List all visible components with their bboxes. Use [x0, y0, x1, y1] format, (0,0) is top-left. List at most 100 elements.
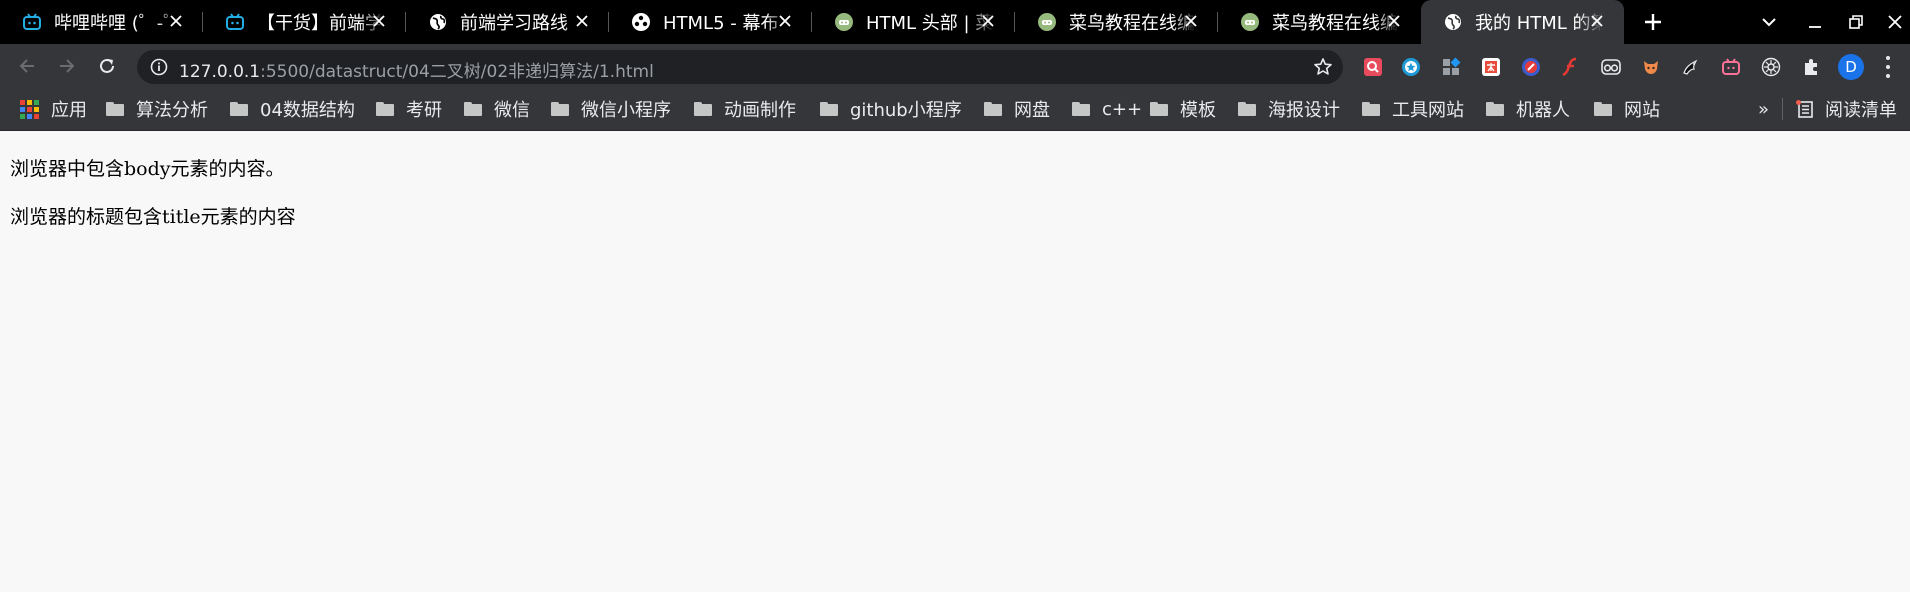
restore-button[interactable]: [1844, 10, 1868, 34]
tab-my-html-active[interactable]: 我的 HTML 的第: [1421, 0, 1624, 44]
bookmark-folder[interactable]: 机器人: [1486, 96, 1570, 122]
chevron-double-right-icon: »: [1758, 98, 1770, 120]
tab-runoob-editor-1[interactable]: 菜鸟教程在线编: [1015, 0, 1218, 44]
folder-icon: [106, 102, 124, 116]
bird-ext-icon[interactable]: [1680, 56, 1702, 78]
mubu-icon: [631, 12, 651, 32]
bookmark-folder[interactable]: 动画制作: [694, 96, 796, 122]
close-icon: [1888, 15, 1902, 29]
close-tab-icon[interactable]: [573, 12, 591, 30]
bookmarks-bar: 应用 算法分析 04数据结构 考研 微信 微信小程序 动画制作 github小程…: [0, 88, 1910, 131]
globe-icon: [428, 12, 448, 32]
bookmark-folder[interactable]: 考研: [376, 96, 442, 122]
info-icon[interactable]: [149, 57, 169, 77]
folder-icon: [694, 102, 712, 116]
more-menu-icon[interactable]: [1882, 56, 1894, 78]
tab-title: HTML5 - 幕布: [663, 13, 779, 34]
settings-ext-icon[interactable]: [1760, 56, 1782, 78]
puzzle-icon[interactable]: [1800, 56, 1822, 78]
bookmark-folder[interactable]: 网站: [1594, 96, 1660, 122]
tab-search-button[interactable]: [1757, 10, 1781, 34]
glasses-ext-icon[interactable]: [1600, 56, 1622, 78]
reload-icon: [100, 58, 114, 73]
minimize-button[interactable]: [1803, 10, 1827, 34]
tab-bilibili[interactable]: 哔哩哔哩 (゜-゜: [0, 0, 203, 44]
tab-bilibili-frontend[interactable]: 【干货】前端学: [203, 0, 406, 44]
search-ext-icon[interactable]: [1362, 56, 1384, 78]
close-tab-icon[interactable]: [167, 12, 185, 30]
body-text-line: 浏览器的标题包含title元素的内容: [10, 206, 296, 228]
close-tab-icon[interactable]: [1385, 12, 1403, 30]
address-bar[interactable]: 127.0.0.1:5500/datastruct/04二叉树/02非递归算法/…: [137, 50, 1343, 84]
star-ext-icon[interactable]: [1400, 56, 1422, 78]
arrow-right-icon: [60, 59, 75, 73]
bookmark-folder[interactable]: 算法分析: [106, 96, 208, 122]
back-button[interactable]: [13, 52, 41, 80]
url-path: :5500/datastruct/04二叉树/02非递归算法/1.html: [260, 62, 654, 82]
bookmark-label: 海报设计: [1268, 100, 1340, 121]
bookmarks-overflow-button[interactable]: »: [1758, 96, 1769, 122]
bookmark-folder[interactable]: 模板: [1150, 96, 1216, 122]
tab-runoob-html-head[interactable]: HTML 头部 | 菜: [812, 0, 1015, 44]
tab-mubu[interactable]: HTML5 - 幕布: [609, 0, 812, 44]
bookmark-folder[interactable]: 微信: [464, 96, 530, 122]
bookmark-folder[interactable]: c++: [1072, 96, 1142, 122]
close-tab-icon[interactable]: [1182, 12, 1200, 30]
tab-title: 哔哩哔哩 (゜-゜: [54, 13, 182, 34]
folder-icon: [1362, 102, 1380, 116]
folder-icon: [820, 102, 838, 116]
bookmark-folder[interactable]: 海报设计: [1238, 96, 1340, 122]
bookmark-label: 微信: [494, 100, 530, 121]
bookmark-label: c++: [1102, 98, 1143, 120]
close-window-button[interactable]: [1883, 10, 1907, 34]
bookmark-label: 机器人: [1516, 100, 1570, 121]
bookmark-folder[interactable]: 04数据结构: [230, 96, 355, 122]
flash-ext-icon[interactable]: [1520, 56, 1542, 78]
fox-ext-icon[interactable]: [1640, 56, 1662, 78]
tab-runoob-editor-2[interactable]: 菜鸟教程在线编: [1218, 0, 1421, 44]
folder-icon: [1238, 102, 1256, 116]
folder-icon: [1486, 102, 1504, 116]
reload-button[interactable]: [93, 52, 121, 80]
tab-strip: 哔哩哔哩 (゜-゜ 【干货】前端学 前端学习路线 HTML5 - 幕布 HTML…: [0, 0, 1910, 44]
bookmark-label: 模板: [1180, 100, 1216, 121]
close-tab-icon[interactable]: [370, 12, 388, 30]
profile-avatar[interactable]: D: [1838, 54, 1864, 80]
runoob-icon: [1037, 12, 1057, 32]
forward-button[interactable]: [53, 52, 81, 80]
new-tab-button[interactable]: [1638, 7, 1668, 37]
bookmark-label: 网盘: [1014, 100, 1050, 121]
close-tab-icon[interactable]: [1588, 12, 1606, 30]
bookmark-apps[interactable]: 应用: [20, 96, 87, 122]
bookmark-folder[interactable]: github小程序: [820, 96, 962, 122]
tab-frontend-roadmap[interactable]: 前端学习路线: [406, 0, 609, 44]
chevron-down-icon: [1762, 18, 1776, 27]
tab-title: 我的 HTML 的第: [1475, 13, 1603, 34]
bookmark-folder[interactable]: 网盘: [984, 96, 1050, 122]
url-text[interactable]: 127.0.0.1:5500/datastruct/04二叉树/02非递归算法/…: [179, 57, 654, 82]
bookmark-label: 动画制作: [724, 100, 796, 121]
browser-toolbar: 127.0.0.1:5500/datastruct/04二叉树/02非递归算法/…: [0, 44, 1910, 88]
bookmark-label: 04数据结构: [260, 100, 355, 121]
bookmark-label: 工具网站: [1392, 100, 1464, 121]
translate-ext-icon[interactable]: [1480, 56, 1502, 78]
bilibili-ext-icon[interactable]: [1720, 56, 1742, 78]
bookmark-folder[interactable]: 微信小程序: [551, 96, 671, 122]
tab-title: 菜鸟教程在线编: [1272, 13, 1398, 34]
flash-player-ext-icon[interactable]: [1560, 56, 1582, 78]
folder-icon: [464, 102, 482, 116]
restore-icon: [1849, 15, 1863, 29]
reading-list-button[interactable]: 阅读清单: [1795, 96, 1897, 122]
grid-ext-icon[interactable]: [1440, 56, 1462, 78]
tab-title: 菜鸟教程在线编: [1069, 13, 1195, 34]
bookmark-label: 考研: [406, 100, 442, 121]
bookmark-folder[interactable]: 工具网站: [1362, 96, 1464, 122]
close-tab-icon[interactable]: [776, 12, 794, 30]
bookmark-label: 应用: [51, 100, 87, 121]
bookmark-star-icon[interactable]: [1313, 57, 1333, 77]
tab-title: 【干货】前端学: [257, 13, 383, 34]
apps-grid-icon: [20, 99, 39, 119]
close-tab-icon[interactable]: [979, 12, 997, 30]
page-content: 浏览器中包含body元素的内容。 浏览器的标题包含title元素的内容: [0, 131, 1910, 592]
tab-title: HTML 头部 | 菜: [866, 13, 994, 34]
